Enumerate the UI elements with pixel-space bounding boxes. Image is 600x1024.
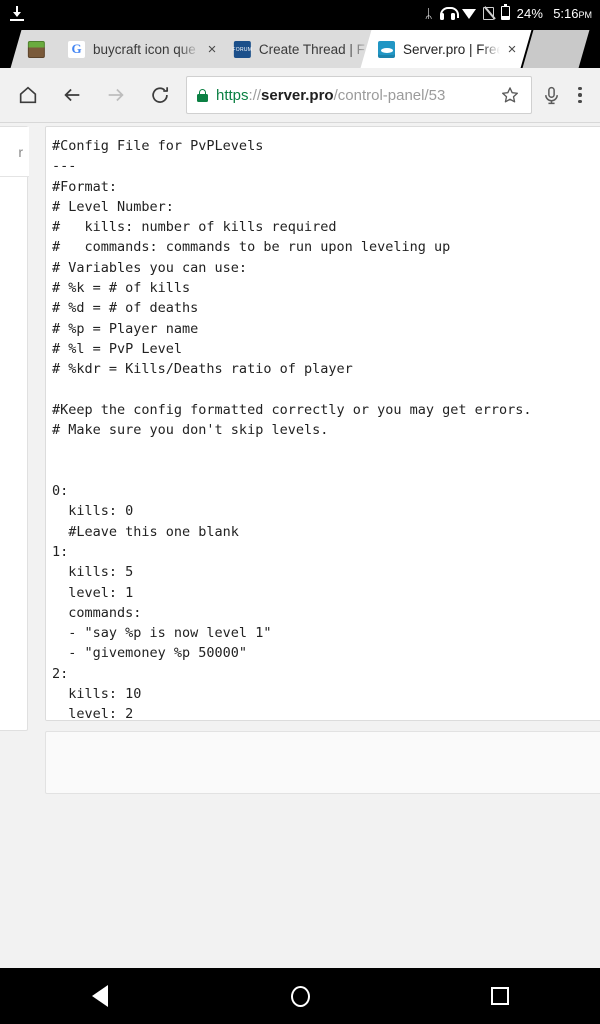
- serverpro-globe-icon: [378, 40, 395, 58]
- android-navigation-bar: [0, 968, 600, 1024]
- browser-tab-title: buycraft icon que: [93, 41, 196, 57]
- forum-icon: FORUM: [233, 40, 252, 58]
- browser-toolbar: https://server.pro/control-panel/53: [0, 68, 600, 123]
- config-file-textarea[interactable]: [46, 127, 600, 720]
- android-recents-icon: [491, 987, 509, 1005]
- lock-icon: [197, 88, 208, 102]
- address-bar[interactable]: https://server.pro/control-panel/53: [186, 76, 532, 114]
- forward-button: [94, 73, 138, 117]
- home-icon: [19, 86, 37, 104]
- android-back-button[interactable]: [60, 976, 140, 1016]
- url-path: /control-panel/53: [333, 86, 446, 104]
- wifi-icon: [461, 8, 476, 19]
- reload-button[interactable]: [138, 73, 182, 117]
- bluetooth-icon: ᛦ: [424, 5, 433, 21]
- star-icon: [502, 87, 518, 103]
- voice-search-button[interactable]: [536, 80, 566, 110]
- url-scheme: https: [216, 86, 249, 104]
- download-icon: [10, 5, 24, 21]
- android-home-icon: [290, 985, 310, 1007]
- back-arrow-icon: [64, 88, 80, 102]
- signal-off-icon: [482, 6, 494, 20]
- clock-ampm: PM: [578, 9, 593, 20]
- status-system-icons: ᛦ 24% 5:16PM: [424, 4, 592, 21]
- tab-close-icon[interactable]: ×: [502, 39, 522, 59]
- battery-percent-label: 24%: [516, 5, 544, 21]
- android-recents-button[interactable]: [460, 976, 540, 1016]
- android-status-bar: ᛦ 24% 5:16PM: [0, 0, 600, 26]
- url-host: server.pro: [261, 86, 334, 104]
- microphone-icon: [544, 86, 558, 104]
- config-editor-container: [45, 126, 600, 721]
- browser-menu-button[interactable]: [566, 86, 594, 104]
- overflow-menu-icon: [578, 86, 582, 91]
- clock-time: 5:16: [553, 5, 579, 21]
- browser-tab-buycraft[interactable]: G buycraft icon que ×: [50, 30, 232, 68]
- browser-tab-strip: G buycraft icon que × FORUM Create Threa…: [0, 26, 600, 68]
- home-button[interactable]: [6, 73, 50, 117]
- web-page-viewport: r: [0, 123, 600, 968]
- url-text: https://server.pro/control-panel/53: [216, 87, 495, 104]
- forward-arrow-icon: [108, 88, 124, 102]
- android-back-icon: [92, 985, 108, 1007]
- editor-footer-panel: [45, 731, 600, 794]
- browser-tab-title: Create Thread | F: [259, 41, 366, 57]
- back-button[interactable]: [50, 73, 94, 117]
- sidebar-card-partial[interactable]: r: [0, 126, 29, 731]
- status-clock: 5:16PM: [553, 6, 592, 21]
- google-icon: G: [68, 40, 85, 58]
- battery-icon: [500, 4, 510, 20]
- phone-screen: ᛦ 24% 5:16PM G buycraft icon que × FORUM: [0, 0, 600, 1024]
- url-separator: ://: [248, 86, 262, 104]
- android-home-button[interactable]: [260, 976, 340, 1016]
- reload-icon: [152, 87, 169, 103]
- browser-tab-title: Server.pro | Free: [403, 41, 500, 57]
- status-notifications: [10, 5, 24, 21]
- minecraft-icon: [28, 40, 45, 58]
- browser-tab-create-thread[interactable]: FORUM Create Thread | F: [216, 30, 380, 68]
- bookmark-button[interactable]: [495, 80, 525, 110]
- browser-tab-partial[interactable]: [522, 30, 590, 68]
- browser-tab-serverpro[interactable]: Server.pro | Free ×: [360, 30, 532, 68]
- sidebar-card-label: r: [0, 127, 29, 177]
- headset-icon: [439, 6, 459, 20]
